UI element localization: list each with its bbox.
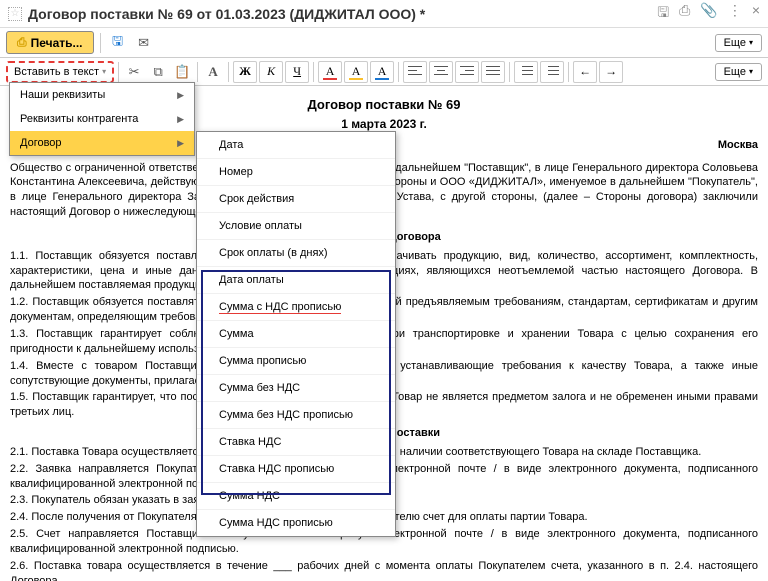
menu-our-details[interactable]: Наши реквизиты ▶: [10, 83, 194, 107]
submenu-sum-novat-words[interactable]: Сумма без НДС прописью: [197, 402, 395, 429]
send-icon[interactable]: ✉: [133, 32, 155, 54]
chevron-right-icon: ▶: [177, 114, 184, 125]
submenu-sum-vat-words[interactable]: Сумма с НДС прописью: [197, 294, 395, 321]
submenu-pay-cond[interactable]: Условие оплаты: [197, 213, 395, 240]
contract-submenu: Дата Номер Срок действия Условие оплаты …: [196, 131, 396, 537]
chevron-down-icon: ▾: [749, 38, 753, 47]
chevron-down-icon: ▾: [102, 67, 106, 76]
copy-icon[interactable]: ⧉: [147, 61, 169, 83]
attach-icon[interactable]: 📎: [700, 2, 717, 26]
underline-button[interactable]: Ч: [285, 61, 309, 83]
star-icon[interactable]: ☆: [8, 7, 22, 21]
indent-out-button[interactable]: ←: [573, 61, 597, 83]
align-center-button[interactable]: [429, 61, 453, 83]
more-button-2[interactable]: Еще ▾: [715, 63, 762, 81]
chevron-right-icon: ▶: [177, 138, 184, 149]
insert-text-button[interactable]: Вставить в текст ▾: [6, 61, 114, 83]
submenu-vat-sum[interactable]: Сумма НДС: [197, 483, 395, 510]
submenu-date[interactable]: Дата: [197, 132, 395, 159]
print-button-label: Печать...: [31, 36, 83, 50]
clause-2-6: 2.6. Поставка товара осуществляется в те…: [10, 559, 758, 581]
chevron-right-icon: ▶: [177, 90, 184, 101]
align-right-button[interactable]: [455, 61, 479, 83]
print-header-icon[interactable]: ⎙: [679, 2, 690, 26]
submenu-pay-date[interactable]: Дата оплаты: [197, 267, 395, 294]
align-left-button[interactable]: [403, 61, 427, 83]
paste-icon[interactable]: 📋: [171, 61, 193, 83]
more-header-icon[interactable]: ⋮: [728, 2, 742, 26]
close-icon[interactable]: ×: [752, 2, 760, 26]
font-color-button[interactable]: А: [318, 61, 342, 83]
submenu-number[interactable]: Номер: [197, 159, 395, 186]
window-title: Договор поставки № 69 от 01.03.2023 (ДИД…: [28, 6, 657, 22]
more-button-1[interactable]: Еще ▾: [715, 34, 762, 52]
text-color-button[interactable]: А: [370, 61, 394, 83]
menu-contract[interactable]: Договор ▶: [10, 131, 194, 155]
submenu-pay-term[interactable]: Срок оплаты (в днях): [197, 240, 395, 267]
save-icon[interactable]: 🖫: [107, 32, 129, 54]
bullet-list-button[interactable]: [514, 61, 538, 83]
menu-counterparty-details[interactable]: Реквизиты контрагента ▶: [10, 107, 194, 131]
toolbar-main: ⎙ Печать... 🖫 ✉ Еще ▾: [0, 28, 768, 58]
chevron-down-icon: ▾: [749, 67, 753, 76]
submenu-vat-sum-words[interactable]: Сумма НДС прописью: [197, 510, 395, 536]
numbered-list-button[interactable]: [540, 61, 564, 83]
submenu-vat-rate-words[interactable]: Ставка НДС прописью: [197, 456, 395, 483]
submenu-sum-novat[interactable]: Сумма без НДС: [197, 375, 395, 402]
submenu-validity[interactable]: Срок действия: [197, 186, 395, 213]
print-button[interactable]: ⎙ Печать...: [6, 31, 94, 54]
submenu-vat-rate[interactable]: Ставка НДС: [197, 429, 395, 456]
italic-button[interactable]: К: [259, 61, 283, 83]
font-icon[interactable]: A: [202, 61, 224, 83]
cut-icon[interactable]: ✂: [123, 61, 145, 83]
submenu-sum[interactable]: Сумма: [197, 321, 395, 348]
submenu-sum-words[interactable]: Сумма прописью: [197, 348, 395, 375]
bold-button[interactable]: Ж: [233, 61, 257, 83]
align-justify-button[interactable]: [481, 61, 505, 83]
highlight-button[interactable]: А: [344, 61, 368, 83]
save-header-icon[interactable]: 🖫: [657, 2, 669, 26]
printer-icon: ⎙: [17, 35, 27, 50]
insert-menu: Наши реквизиты ▶ Реквизиты контрагента ▶…: [9, 82, 195, 156]
indent-in-button[interactable]: →: [599, 61, 623, 83]
